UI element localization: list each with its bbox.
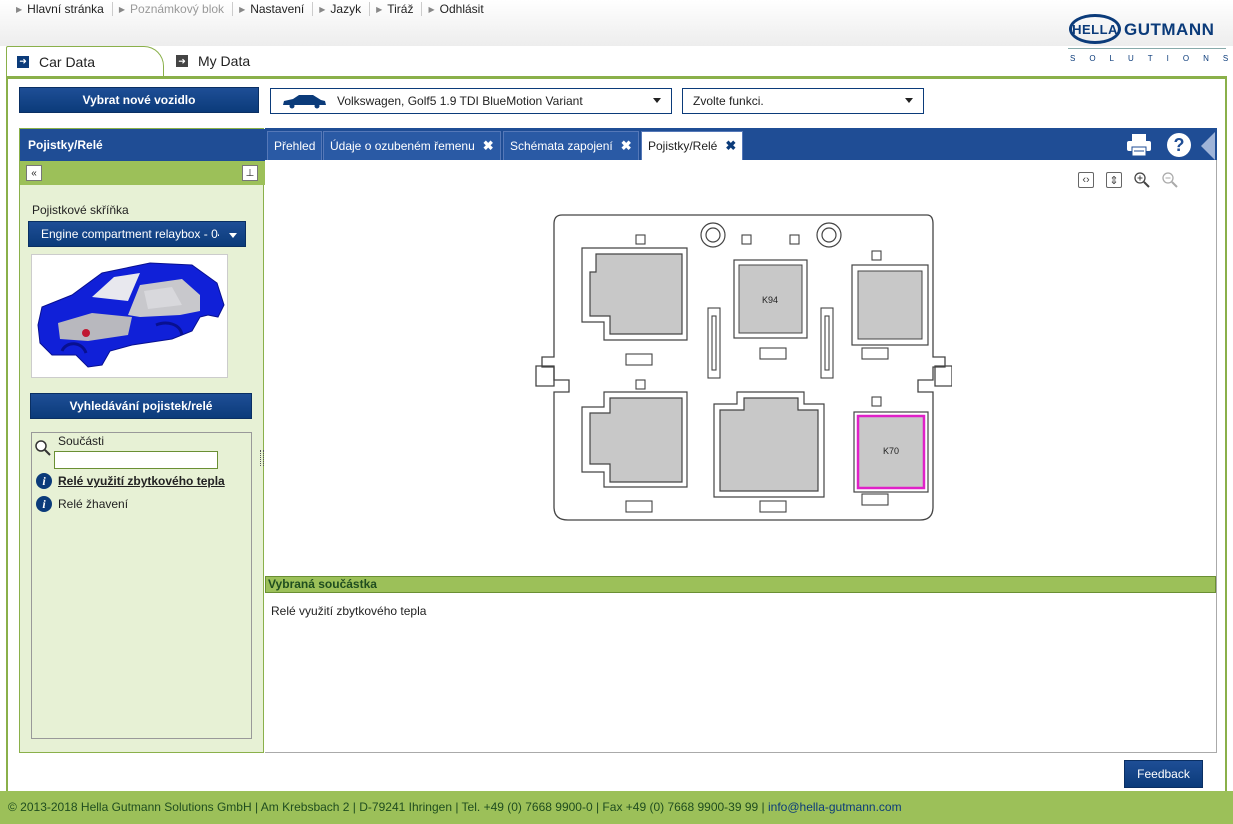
arrow-right-icon: ▶ (239, 4, 246, 14)
list-item[interactable]: i Relé žhavení (36, 496, 128, 512)
nav-logout-label: Odhlásit (439, 2, 484, 16)
selected-component-header: Vybraná součástka (265, 576, 1216, 593)
relay-socket-bottom-left (581, 391, 688, 488)
close-icon[interactable]: ✖ (483, 138, 494, 154)
arrow-right-icon: ➜ (176, 55, 188, 67)
tab-timing-belt-label: Údaje o ozubeném řemenu (330, 139, 475, 153)
tab-my-data-label: My Data (198, 53, 251, 69)
car-icon (283, 95, 326, 109)
list-item-label: Relé využití zbytkového tepla (58, 474, 225, 488)
tab-my-data[interactable]: ➜ My Data (176, 46, 250, 76)
arrow-right-icon: ▶ (428, 4, 435, 14)
help-icon[interactable]: ? (1167, 133, 1191, 157)
chevron-down-icon (653, 98, 661, 103)
footer-text: © 2013-2018 Hella Gutmann Solutions GmbH… (8, 800, 768, 814)
hella-logo-oval: HELLA (1069, 14, 1121, 44)
content-tab-bar: Přehled Údaje o ozubeném řemenu ✖ Schéma… (265, 128, 1217, 160)
gutmann-logo-text: GUTMANN (1124, 20, 1215, 39)
arrow-right-icon: ▶ (319, 4, 326, 14)
parts-search-input[interactable] (54, 451, 218, 469)
tab-fuses-relays[interactable]: Pojistky/Relé ✖ (641, 131, 744, 160)
footer-email-link[interactable]: info@hella-gutmann.com (768, 800, 902, 814)
chevron-down-icon (905, 98, 913, 103)
arrow-right-icon: ▶ (118, 4, 126, 14)
tab-car-data[interactable]: ➜ Car Data (6, 46, 164, 76)
selected-component-value: Relé využití zbytkového tepla (271, 604, 427, 618)
nav-logout[interactable]: ▶ Odhlásit (422, 2, 491, 16)
nav-settings[interactable]: ▶ Nastavení (233, 2, 314, 16)
tab-timing-belt[interactable]: Údaje o ozubeném řemenu ✖ (323, 131, 501, 160)
chevron-down-icon (229, 233, 237, 238)
info-icon: i (36, 496, 52, 512)
close-icon[interactable]: ✖ (621, 138, 632, 154)
nav-language[interactable]: ▶ Jazyk (313, 2, 371, 16)
top-menu: ▶ Hlavní stránka ▶ Poznámkový blok ▶ Nastav… (10, 2, 492, 16)
print-icon[interactable] (1126, 133, 1152, 157)
fusebox-select-value: Engine compartment relaybox - 04 (41, 227, 219, 241)
function-select-value: Zvolte funkci. (693, 94, 764, 108)
arrow-right-icon: ▶ (376, 4, 383, 14)
relay-k70-label: K70 (883, 446, 899, 456)
tab-car-data-label: Car Data (39, 53, 96, 70)
tab-fuses-relays-label: Pojistky/Relé (648, 139, 718, 153)
search-fuses-button[interactable]: Vyhledávání pojistek/relé (30, 393, 252, 419)
parts-label: Součásti (58, 434, 105, 448)
info-icon: i (36, 473, 52, 489)
list-item[interactable]: i Relé využití zbytkového tepla (36, 473, 225, 489)
feedback-button[interactable]: Feedback (1124, 760, 1203, 788)
pin-icon[interactable]: ⊥ (242, 165, 258, 181)
nav-imprint[interactable]: ▶ Tiráž (370, 2, 423, 16)
expand-arrow-icon[interactable] (1201, 132, 1215, 160)
vehicle-location-image (31, 254, 228, 378)
tab-wiring-diagrams-label: Schémata zapojení (510, 139, 613, 153)
relay-socket-top-left (581, 247, 688, 341)
tab-overview[interactable]: Přehled (267, 131, 323, 160)
zoom-out-icon[interactable] (1161, 171, 1179, 189)
left-panel-title: Pojistky/Relé (20, 129, 265, 161)
tab-wiring-diagrams[interactable]: Schémata zapojení ✖ (503, 131, 639, 160)
fusebox-label: Pojistkové skříňka (32, 203, 129, 217)
left-panel: Pojistky/Relé « ⊥ Pojistkové skříňka Eng… (19, 128, 265, 753)
car-body-illustration (37, 262, 225, 368)
footer: © 2013-2018 Hella Gutmann Solutions GmbH… (0, 791, 1233, 824)
arrow-right-icon: ▶ (16, 4, 23, 14)
select-new-vehicle-button[interactable]: Vybrat nové vozidlo (19, 87, 259, 113)
arrow-right-icon: ➜ (17, 55, 29, 68)
close-icon[interactable]: ✖ (725, 138, 736, 154)
search-icon (35, 440, 51, 456)
nav-notebook-label: Poznámkový blok (130, 2, 225, 16)
nav-language-label: Jazyk (330, 2, 362, 16)
function-select[interactable]: Zvolte funkci. (682, 88, 924, 114)
zoom-in-icon[interactable] (1133, 171, 1151, 189)
fit-height-icon[interactable]: ⇕ (1106, 172, 1122, 188)
left-panel-toolbar: « ⊥ (20, 161, 265, 185)
relaybox-diagram: K94 K70 (535, 214, 952, 521)
relay-socket-bottom-center (713, 391, 825, 498)
list-item-label: Relé žhavení (58, 497, 129, 511)
fusebox-select[interactable]: Engine compartment relaybox - 04 (28, 221, 246, 247)
top-navigation: ▶ Hlavní stránka ▶ Poznámkový blok ▶ Nastav… (0, 0, 1233, 46)
nav-home[interactable]: ▶ Hlavní stránka (10, 2, 113, 16)
vehicle-select[interactable]: Volkswagen, Golf5 1.9 TDI BlueMotion Var… (270, 88, 672, 114)
collapse-icon[interactable]: « (26, 165, 42, 181)
content-area: Přehled Údaje o ozubeném řemenu ✖ Schéma… (265, 128, 1217, 753)
nav-notebook: ▶ Poznámkový blok (113, 2, 234, 16)
nav-settings-label: Nastavení (250, 2, 305, 16)
fit-width-icon[interactable]: ‹› (1078, 172, 1094, 188)
nav-home-label: Hlavní stránka (27, 2, 104, 16)
main-tabs: ➜ Car Data ➜ My Data (0, 46, 1233, 76)
relay-k94-label: K94 (762, 295, 778, 305)
vehicle-select-value: Volkswagen, Golf5 1.9 TDI BlueMotion Var… (337, 94, 583, 108)
parts-search-box: Součásti i Relé využití zbytkového tepla… (31, 432, 252, 739)
nav-imprint-label: Tiráž (387, 2, 414, 16)
splitter-handle[interactable] (260, 450, 264, 466)
tab-overview-label: Přehled (274, 139, 316, 153)
